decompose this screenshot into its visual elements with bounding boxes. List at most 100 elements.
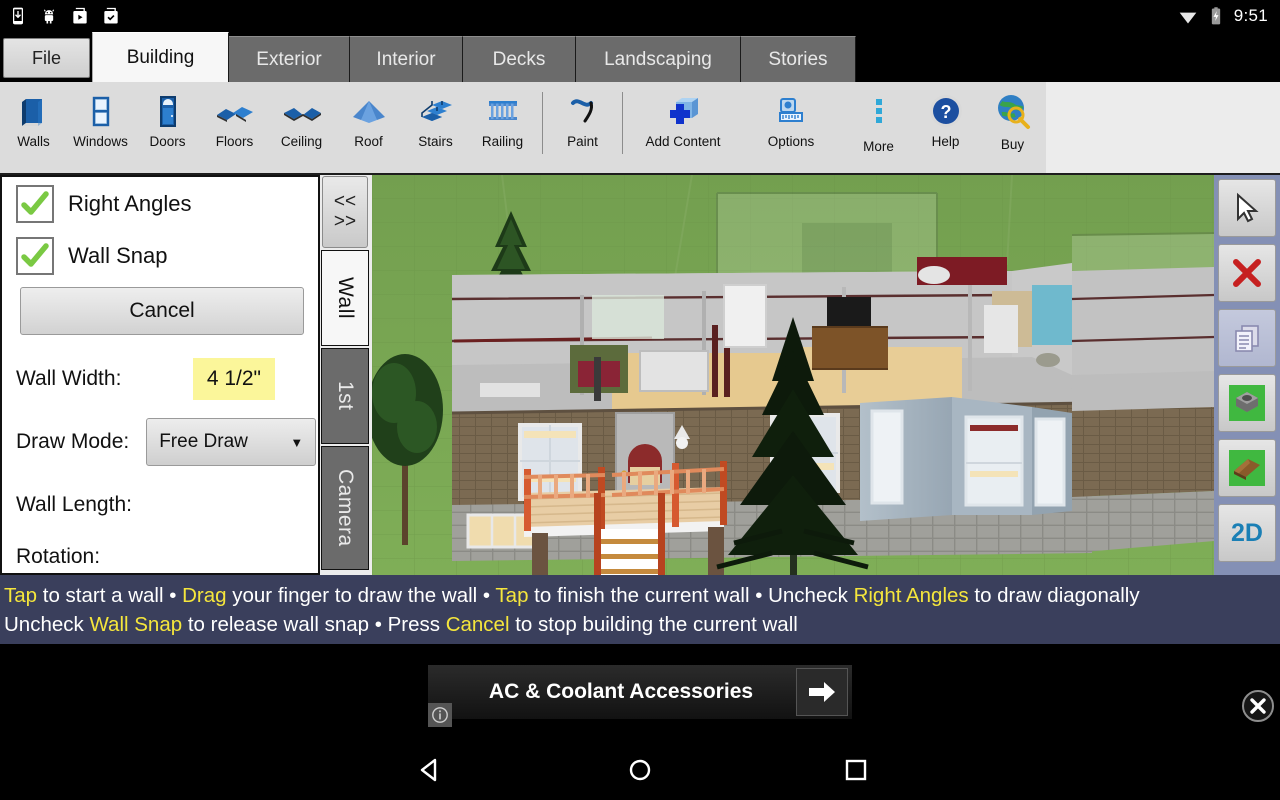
doors-icon: [148, 88, 188, 134]
checkmark-icon: [21, 191, 49, 215]
wall-snap-row[interactable]: Wall Snap: [2, 223, 318, 275]
object-brown-icon: [1229, 450, 1265, 486]
side-tab-camera[interactable]: Camera: [321, 446, 369, 570]
hint-keyword: Right Angles: [853, 584, 969, 607]
svg-text:?: ?: [940, 102, 951, 122]
ribbon-item-floors[interactable]: Floors: [201, 82, 268, 175]
collapse-right-label: >>: [333, 211, 357, 232]
right-tool-column: 2D: [1214, 175, 1280, 575]
side-tab-wall[interactable]: Wall: [321, 250, 369, 346]
side-tab-label: Camera: [334, 469, 357, 547]
rotation-label: Rotation:: [16, 545, 101, 568]
main-tab-strip: File Building Exterior Interior Decks La…: [0, 32, 1280, 82]
cancel-button[interactable]: Cancel: [20, 287, 304, 335]
select-tool-button[interactable]: [1218, 179, 1276, 237]
wall-length-label: Wall Length:: [16, 493, 132, 516]
side-tab-label: Wall: [334, 276, 357, 320]
hint-keyword: Wall Snap: [89, 613, 183, 637]
hint-text: to release wall snap • Press: [182, 613, 446, 637]
ribbon-label: Roof: [354, 134, 383, 149]
tab-exterior[interactable]: Exterior: [229, 36, 350, 82]
wall-snap-checkbox[interactable]: [16, 237, 54, 275]
ribbon-item-railing[interactable]: Railing: [469, 82, 536, 175]
cursor-select-icon: [1237, 192, 1259, 223]
tab-stories[interactable]: Stories: [741, 36, 856, 82]
hint-text: to start a wall •: [37, 584, 183, 607]
download-icon: [13, 7, 23, 25]
chevron-down-icon: ▼: [290, 434, 304, 450]
ad-banner[interactable]: AC & Coolant Accessories: [428, 665, 852, 719]
android-nav-bar: [0, 740, 1280, 800]
ribbon-item-buy[interactable]: Buy: [979, 82, 1046, 175]
delete-x-icon: [1233, 259, 1261, 287]
tab-landscaping[interactable]: Landscaping: [576, 36, 741, 82]
ribbon-label: Paint: [567, 134, 598, 149]
right-angles-label: Right Angles: [68, 191, 192, 216]
hint-text: to draw diagonally: [968, 584, 1140, 607]
2d-view-button[interactable]: 2D: [1218, 504, 1276, 562]
tab-file[interactable]: File: [3, 38, 90, 78]
play-store-check-icon: [104, 7, 118, 24]
collapse-left-label: <<: [333, 191, 357, 213]
ribbon-item-paint[interactable]: Paint: [549, 82, 616, 175]
object-gray-tool-button[interactable]: [1218, 374, 1276, 432]
ribbon-label: Doors: [149, 134, 186, 149]
ribbon-label: Windows: [73, 134, 128, 149]
collapse-panel-button[interactable]: << >>: [322, 176, 368, 248]
nav-home-button[interactable]: [610, 740, 670, 800]
android-icon: [43, 9, 55, 24]
ribbon-item-doors[interactable]: Doors: [134, 82, 201, 175]
hint-text: your finger to draw the wall •: [226, 584, 496, 607]
house-3d-render: [372, 175, 1214, 575]
side-tab-label: 1st: [334, 381, 357, 411]
ribbon-label: Floors: [215, 134, 254, 149]
status-bar-right-icons: 9:51: [1178, 6, 1280, 26]
ribbon-item-roof[interactable]: Roof: [335, 82, 402, 175]
paint-roller-icon: [563, 88, 603, 134]
right-angles-checkbox[interactable]: [16, 185, 54, 223]
nav-recents-button[interactable]: [826, 740, 886, 800]
wall-snap-label: Wall Snap: [68, 243, 168, 268]
ribbon-label: More: [863, 139, 894, 154]
ribbon-label: Railing: [481, 134, 524, 149]
ribbon-label: Walls: [17, 134, 50, 149]
roof-icon: [347, 88, 391, 134]
stairs-icon: [414, 88, 458, 134]
wall-length-row: Wall Length:: [2, 493, 318, 517]
ad-info-button[interactable]: [428, 703, 452, 727]
ribbon-item-more[interactable]: More: [845, 82, 912, 175]
ribbon-label: Options: [767, 134, 815, 149]
ribbon-item-help[interactable]: ? Help: [912, 82, 979, 175]
ribbon-item-walls[interactable]: Walls: [0, 82, 67, 175]
tab-building[interactable]: Building: [92, 32, 229, 82]
ribbon-item-windows[interactable]: Windows: [67, 82, 134, 175]
delete-tool-button[interactable]: [1218, 244, 1276, 302]
ribbon-item-add-content[interactable]: Add Content: [629, 82, 737, 175]
3d-viewport[interactable]: [372, 175, 1214, 575]
object-brown-tool-button[interactable]: [1218, 439, 1276, 497]
hint-text: to stop building the current wall: [509, 613, 798, 637]
wall-width-value[interactable]: 4 1/2": [192, 358, 275, 400]
ribbon-item-ceiling[interactable]: Ceiling: [268, 82, 335, 175]
nav-back-button[interactable]: [400, 740, 460, 800]
nav-back-icon: [420, 758, 437, 782]
tab-interior[interactable]: Interior: [350, 36, 463, 82]
status-bar-left-icons: [0, 6, 121, 26]
floors-icon: [213, 88, 257, 134]
arrow-right-icon: [809, 682, 835, 702]
ad-arrow-button[interactable]: [796, 668, 848, 716]
right-angles-row[interactable]: Right Angles: [2, 177, 318, 223]
ribbon-label: Ceiling: [280, 134, 323, 149]
draw-mode-row: Draw Mode: Free Draw ▼: [2, 415, 318, 469]
draw-mode-select[interactable]: Free Draw ▼: [146, 418, 317, 466]
ad-close-button[interactable]: [1240, 688, 1276, 724]
side-tab-1st[interactable]: 1st: [321, 348, 369, 444]
tab-decks[interactable]: Decks: [463, 36, 576, 82]
ribbon-item-stairs[interactable]: Stairs: [402, 82, 469, 175]
duplicate-tool-button[interactable]: [1218, 309, 1276, 367]
play-store-icon: [73, 7, 87, 24]
hint-bar: Tap to start a wall • Drag your finger t…: [0, 575, 1280, 644]
hint-line-2: Uncheck Wall Snap to release wall snap •…: [4, 610, 1276, 639]
add-content-icon: [662, 88, 704, 134]
ribbon-item-options[interactable]: Options: [737, 82, 845, 175]
